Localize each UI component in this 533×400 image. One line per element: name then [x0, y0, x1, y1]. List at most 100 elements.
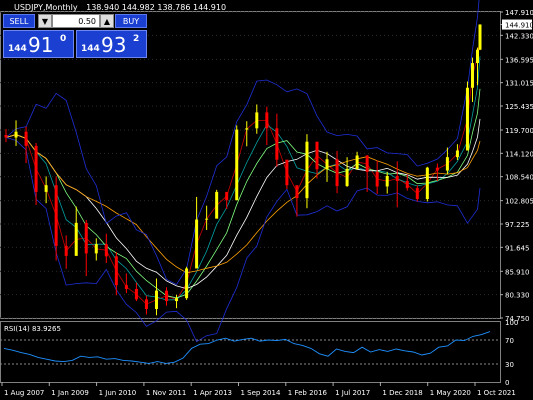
- rsi-axis-label: 100: [505, 319, 518, 327]
- chart-area[interactable]: 147.910 144.910 142.330 136.595 131.015 125.4…: [0, 0, 533, 400]
- candle-body: [470, 63, 474, 88]
- candle-body: [395, 176, 399, 182]
- price-tick-label: 136.595: [505, 56, 533, 64]
- date-tick-label: 1 Feb 2016: [288, 389, 328, 397]
- bid-price-big: 91: [28, 33, 54, 57]
- candle-body: [385, 176, 389, 187]
- rsi-axis-label: 70: [505, 337, 514, 345]
- candle-body: [215, 191, 219, 219]
- one-click-trading-panel: SELL ▼ 0.50 ▲ BUY 144 91 0 144 93 2: [3, 14, 147, 58]
- bid-price-small: 144: [8, 44, 27, 54]
- rsi-axis-label: 30: [505, 361, 514, 369]
- date-tick-label: 1 Oct 2021: [477, 389, 516, 397]
- moving-average-line: [5, 56, 481, 301]
- candle-body: [475, 49, 479, 64]
- candle-body: [205, 218, 209, 220]
- candle-body: [84, 222, 88, 254]
- candle-body: [405, 181, 409, 189]
- rsi-panel: 100 70 30 0 RSI(14) 83.9265: [0, 319, 518, 387]
- lot-size-input[interactable]: 0.50: [52, 14, 100, 28]
- moving-average-line: [5, 118, 481, 290]
- date-axis: 1 Aug 2007 1 Jan 2009 1 Jun 2010 1 Nov 2011…: [1, 382, 516, 397]
- buy-button[interactable]: BUY: [115, 14, 147, 28]
- price-tick-label: 91.645: [505, 244, 530, 252]
- symbol-header: USDJPY,Monthly 138.940 144.982 138.786 1…: [14, 3, 226, 12]
- price-tick-label: 119.700: [505, 127, 533, 135]
- symbol-name: USDJPY,Monthly: [14, 3, 78, 12]
- price-axis: 147.910 144.910 142.330 136.595 131.015 125.4…: [500, 9, 533, 323]
- price-tick-label: 142.330: [505, 32, 533, 40]
- rsi-line: [3, 331, 491, 364]
- candle-body: [425, 167, 429, 200]
- candle-body: [445, 157, 449, 171]
- bid-price-sup: 0: [60, 34, 67, 44]
- candle-body: [355, 155, 359, 169]
- date-tick-label: 1 Jan 2009: [51, 389, 89, 397]
- candle-body: [265, 112, 269, 129]
- date-tick-label: 1 Sep 2014: [241, 389, 281, 397]
- date-tick-label: 1 Aug 2007: [4, 389, 44, 397]
- candle-body: [275, 128, 279, 160]
- candle-body: [335, 159, 339, 187]
- date-tick-label: 1 Nov 2011: [146, 389, 186, 397]
- date-tick-label: 1 Jun 2010: [99, 389, 137, 397]
- candle-body: [64, 245, 68, 256]
- price-tick-label: 108.540: [505, 174, 533, 182]
- candle-body: [54, 185, 58, 246]
- candle-body: [245, 128, 249, 130]
- candle-body: [175, 298, 179, 302]
- date-tick-label: 1 Jul 2017: [335, 389, 370, 397]
- ohlc-values: 138.940 144.982 138.786 144.910: [86, 3, 227, 12]
- candle-body: [14, 131, 18, 138]
- candle-body: [134, 288, 138, 300]
- candle-body: [478, 24, 482, 50]
- candle-body: [144, 299, 148, 310]
- candle-body: [325, 159, 329, 170]
- ask-price-small: 144: [81, 44, 100, 54]
- moving-average-line: [5, 88, 481, 299]
- candle-body: [185, 268, 189, 299]
- lot-increase-icon[interactable]: ▲: [100, 14, 114, 28]
- candle-body: [255, 112, 259, 129]
- candle-body: [295, 185, 299, 199]
- grid-lines: [0, 11, 501, 383]
- candle-body: [94, 244, 98, 254]
- rsi-axis-label: 0: [505, 379, 509, 387]
- candle-body: [4, 135, 8, 138]
- lot-decrease-icon[interactable]: ▼: [38, 14, 52, 28]
- candle-body: [315, 141, 319, 170]
- candle-body: [104, 244, 108, 257]
- candle-body: [365, 155, 369, 172]
- price-tick-label: 147.910: [505, 9, 533, 17]
- bid-price-button[interactable]: 144 91 0: [3, 30, 74, 58]
- candle-body: [225, 191, 229, 201]
- candle-body: [74, 222, 78, 256]
- rsi-indicator-label: RSI(14) 83.9265: [4, 325, 61, 333]
- candle-body: [375, 171, 379, 187]
- current-price-label: 144.910: [505, 22, 533, 30]
- price-tick-label: 125.435: [505, 103, 533, 111]
- candle-body: [235, 129, 239, 201]
- candle-body: [195, 219, 199, 269]
- date-tick-label: 1 May 2020: [430, 389, 471, 397]
- candle-body: [124, 285, 128, 289]
- candle-body: [305, 141, 309, 199]
- price-tick-label: 97.225: [505, 221, 530, 229]
- candle-body: [285, 159, 289, 186]
- candle-body: [465, 87, 469, 151]
- candle-body: [34, 145, 38, 192]
- price-tick-label: 85.910: [505, 268, 530, 276]
- ask-price-sup: 2: [133, 34, 140, 44]
- candle-body: [44, 185, 48, 192]
- candle-body: [435, 167, 439, 171]
- ask-price-button[interactable]: 144 93 2: [76, 30, 147, 58]
- candle-body: [455, 150, 459, 158]
- date-tick-label: 1 Dec 2018: [382, 389, 422, 397]
- candle-body: [114, 256, 118, 286]
- price-tick-label: 102.805: [505, 198, 533, 206]
- candle-body: [154, 290, 158, 310]
- price-tick-label: 80.330: [505, 292, 530, 300]
- sell-button[interactable]: SELL: [3, 14, 35, 28]
- price-tick-label: 114.120: [505, 150, 533, 158]
- date-tick-label: 1 Apr 2013: [193, 389, 232, 397]
